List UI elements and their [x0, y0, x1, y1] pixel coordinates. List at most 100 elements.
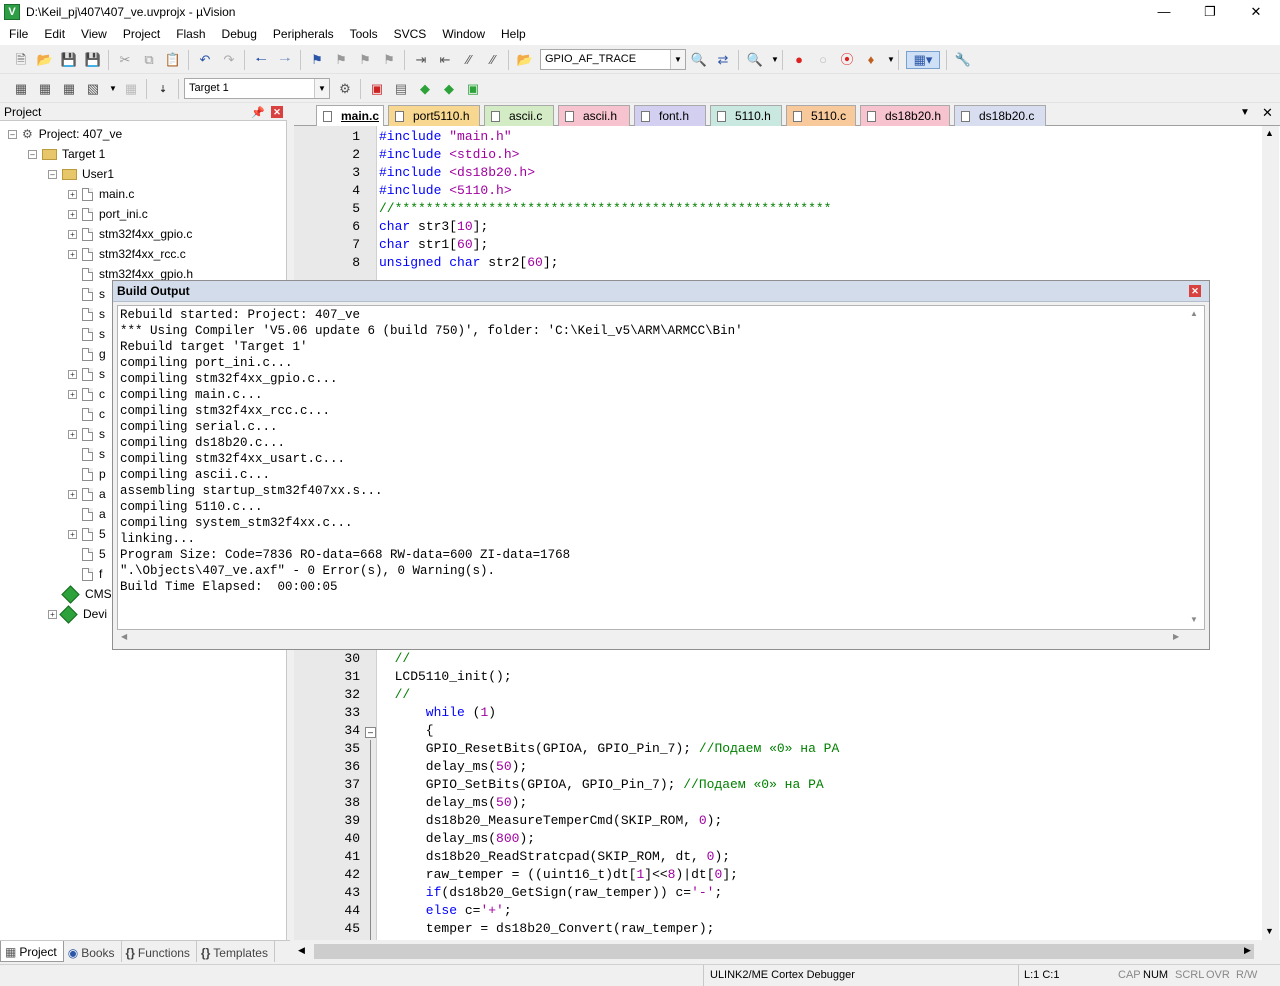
scrollbar-thumb[interactable]	[314, 944, 1254, 959]
tree-file[interactable]: + c	[68, 384, 105, 404]
scroll-down-icon[interactable]: ▼	[1265, 926, 1274, 936]
expand-icon[interactable]: +	[68, 209, 77, 219]
expand-icon[interactable]: +	[68, 229, 77, 239]
tree-file[interactable]: f	[82, 564, 102, 584]
tree-file[interactable]: s	[82, 444, 105, 464]
window-layout-icon[interactable]: ▦▾	[906, 51, 940, 69]
tree-file[interactable]: s	[82, 304, 105, 324]
breakpoint-disable-icon[interactable]: ○	[814, 51, 832, 69]
nav-forward-icon[interactable]: 🠒	[276, 51, 294, 69]
collapse-icon[interactable]: –	[28, 149, 37, 159]
tab-ds18b20-c[interactable]: ds18b20.c	[954, 105, 1046, 126]
menu-peripherals[interactable]: Peripherals	[264, 23, 341, 45]
tree-file[interactable]: p	[82, 464, 106, 484]
tree-file[interactable]: a	[82, 504, 106, 524]
menu-flash[interactable]: Flash	[167, 23, 212, 45]
chevron-down-icon[interactable]: ▼	[104, 80, 122, 98]
expand-icon[interactable]: +	[68, 369, 77, 379]
expand-icon[interactable]: +	[68, 489, 77, 499]
tab-port5110-h[interactable]: port5110.h	[388, 105, 480, 126]
debug-session-icon[interactable]: 🔍	[746, 51, 764, 69]
tree-file[interactable]: + stm32f4xx_gpio.c	[68, 224, 192, 244]
menu-project[interactable]: Project	[114, 23, 167, 45]
tree-file[interactable]: c	[82, 404, 105, 424]
collapse-icon[interactable]: –	[48, 169, 57, 179]
translate-icon[interactable]: ▦	[12, 80, 30, 98]
stop-build-icon[interactable]: ▦	[122, 80, 140, 98]
tab-templates[interactable]: {} Templates	[197, 941, 275, 962]
close-icon[interactable]: ✕	[1189, 285, 1201, 297]
expand-icon[interactable]: +	[68, 189, 77, 199]
tree-device[interactable]: + Devi	[48, 604, 107, 624]
build-icon[interactable]: ▦	[36, 80, 54, 98]
tabs-dropdown-icon[interactable]: ▼	[1240, 107, 1250, 118]
scroll-up-icon[interactable]: ▲	[1190, 309, 1198, 318]
tree-file[interactable]: s	[82, 284, 105, 304]
tab-functions[interactable]: {} Functions	[122, 941, 197, 962]
expand-icon[interactable]: +	[68, 429, 77, 439]
uncomment-icon[interactable]: ⁄⁄	[484, 51, 502, 69]
indent-icon[interactable]: ⇥	[412, 51, 430, 69]
scroll-down-icon[interactable]: ▼	[1190, 615, 1198, 624]
rebuild-icon[interactable]: ▦	[60, 80, 78, 98]
close-tab-icon[interactable]: ✕	[1262, 105, 1273, 121]
tree-file[interactable]: + s	[68, 364, 105, 384]
close-window-button[interactable]: ✕	[1233, 0, 1279, 23]
menu-debug[interactable]: Debug	[213, 23, 264, 45]
run-time-env-icon[interactable]: ◆	[440, 80, 458, 98]
tree-file[interactable]: 5	[82, 544, 106, 564]
menu-tools[interactable]: Tools	[341, 23, 385, 45]
batch-build-icon[interactable]: ▧	[84, 80, 102, 98]
tree-target[interactable]: – Target 1	[28, 144, 105, 164]
build-output-text[interactable]: Rebuild started: Project: 407_ve *** Usin…	[117, 305, 1205, 630]
undo-icon[interactable]: ↶	[196, 51, 214, 69]
collapse-icon[interactable]: –	[8, 129, 17, 139]
paste-icon[interactable]: 📋	[164, 51, 182, 69]
bookmark-toggle-icon[interactable]: ⚑	[308, 51, 326, 69]
menu-window[interactable]: Window	[433, 23, 492, 45]
save-all-icon[interactable]: 💾	[84, 51, 102, 69]
chevron-down-icon[interactable]: ▼	[314, 79, 329, 98]
select-packs-icon[interactable]: ▣	[464, 80, 482, 98]
pack-installer-icon[interactable]: ◆	[416, 80, 434, 98]
editor-horizontal-scrollbar[interactable]: ◀ ▶	[294, 940, 1280, 964]
find-combo[interactable]: GPIO_AF_TRACE ▼	[540, 49, 686, 70]
menu-svcs[interactable]: SVCS	[385, 23, 434, 45]
tree-file[interactable]: + main.c	[68, 184, 134, 204]
tree-project-root[interactable]: – ⚙ Project: 407_ve	[8, 124, 122, 144]
tree-cmsis[interactable]: CMS	[61, 584, 112, 604]
new-file-icon[interactable]: 🗎	[12, 51, 30, 69]
tab-project[interactable]: ▦ Project	[0, 941, 64, 962]
redo-icon[interactable]: ↷	[220, 51, 238, 69]
tab-ascii-h[interactable]: ascii.h	[558, 105, 630, 126]
minimize-button[interactable]: —	[1141, 0, 1187, 23]
tab-books[interactable]: ◉ Books	[64, 941, 122, 962]
expand-icon[interactable]: +	[68, 529, 77, 539]
configure-icon[interactable]: 🔧	[954, 51, 972, 69]
menu-help[interactable]: Help	[492, 23, 533, 45]
menu-edit[interactable]: Edit	[35, 23, 72, 45]
menu-file[interactable]: File	[0, 23, 35, 45]
target-combo[interactable]: Target 1 ▼	[184, 78, 330, 99]
scroll-up-icon[interactable]: ▲	[1265, 128, 1274, 138]
cut-icon[interactable]: ✂	[116, 51, 134, 69]
maximize-button[interactable]: ❐	[1187, 0, 1233, 23]
download-icon[interactable]: ⇣	[154, 80, 172, 98]
file-extensions-icon[interactable]: ▤	[392, 80, 410, 98]
tab-main-c[interactable]: main.c	[316, 105, 384, 126]
tree-group-user1[interactable]: – User1	[48, 164, 114, 184]
bookmark-clear-icon[interactable]: ⚑	[380, 51, 398, 69]
find-icon[interactable]: 🔍	[690, 51, 708, 69]
expand-icon[interactable]: +	[48, 609, 57, 619]
tab-font-h[interactable]: font.h	[634, 105, 706, 126]
bookmark-next-icon[interactable]: ⚑	[356, 51, 374, 69]
replace-icon[interactable]: ⇄	[714, 51, 732, 69]
tab-ds18b20-h[interactable]: ds18b20.h	[860, 105, 950, 126]
tab-5110-h[interactable]: 5110.h	[710, 105, 782, 126]
tree-file[interactable]: g	[82, 344, 106, 364]
expand-icon[interactable]: +	[68, 389, 77, 399]
scroll-right-icon[interactable]: ▶	[1173, 632, 1179, 641]
save-icon[interactable]: 💾	[60, 51, 78, 69]
chevron-down-icon[interactable]: ▼	[670, 50, 685, 69]
bookmark-prev-icon[interactable]: ⚑	[332, 51, 350, 69]
